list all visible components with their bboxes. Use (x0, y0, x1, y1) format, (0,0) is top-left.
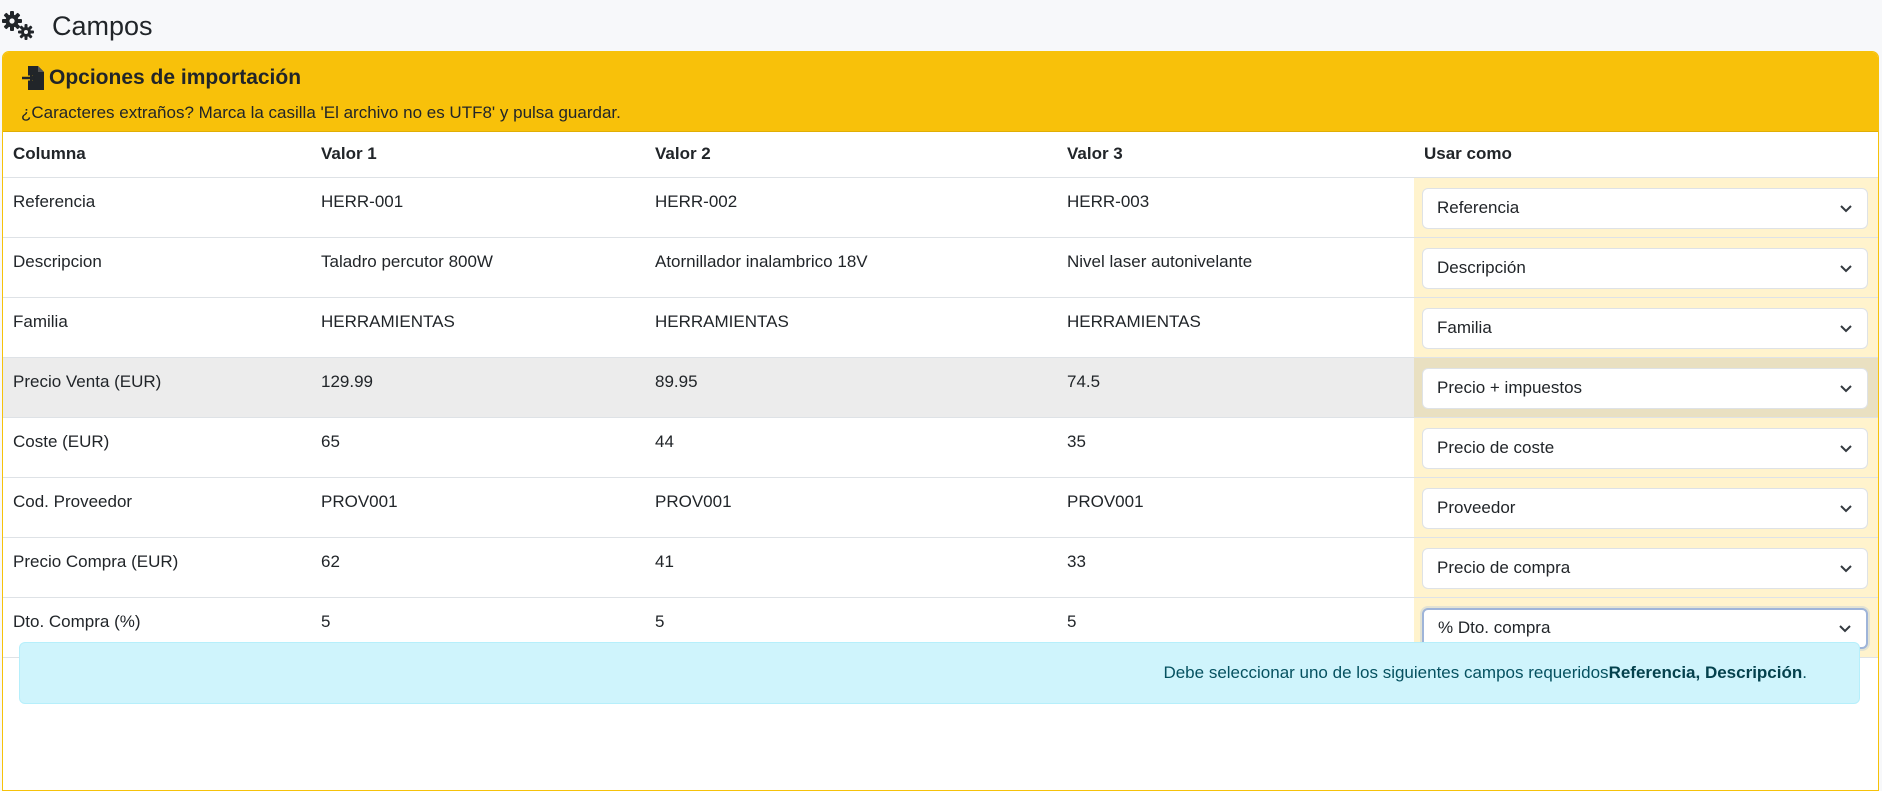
chevron-down-icon (1840, 325, 1852, 333)
cell-usar-como: Precio + impuestos (1414, 357, 1878, 418)
cell-columna: Precio Venta (EUR) (3, 357, 311, 418)
table-row: Referencia HERR-001 HERR-002 HERR-003 Re… (3, 177, 1878, 238)
use-as-select-proveedor[interactable]: Proveedor (1422, 487, 1868, 529)
cell-valor-3: HERR-003 (1057, 177, 1414, 238)
cell-valor-2: 89.95 (645, 357, 1057, 418)
cell-columna: Familia (3, 297, 311, 358)
cell-valor-1: Taladro percutor 800W (311, 237, 645, 298)
use-as-select-precio-venta[interactable]: Precio + impuestos (1422, 367, 1868, 409)
cell-usar-como: Precio de coste (1414, 417, 1878, 478)
cell-usar-como: Familia (1414, 297, 1878, 358)
cell-valor-1: 65 (311, 417, 645, 478)
mapping-table: Columna Valor 1 Valor 2 Valor 3 Usar com… (3, 132, 1878, 658)
select-value: Referencia (1437, 198, 1520, 217)
cell-valor-2: HERRAMIENTAS (645, 297, 1057, 358)
card-title: Opciones de importación (21, 62, 1860, 94)
chevron-down-icon (1840, 445, 1852, 453)
cell-usar-como: Precio de compra (1414, 537, 1878, 598)
select-value: Precio + impuestos (1437, 378, 1583, 397)
cell-valor-3: Nivel laser autonivelante (1057, 237, 1414, 298)
table-row: Precio Venta (EUR) 129.99 89.95 74.5 Pre… (3, 357, 1878, 418)
table-row: Descripcion Taladro percutor 800W Atorni… (3, 237, 1878, 298)
use-as-select-coste[interactable]: Precio de coste (1422, 427, 1868, 469)
chevron-down-icon (1840, 565, 1852, 573)
cell-valor-1: PROV001 (311, 477, 645, 538)
page-title: Campos (52, 10, 153, 41)
cell-valor-3: 35 (1057, 417, 1414, 478)
select-value: Familia (1437, 318, 1492, 337)
cell-valor-3: 33 (1057, 537, 1414, 598)
select-value: Proveedor (1437, 498, 1516, 517)
cell-valor-3: PROV001 (1057, 477, 1414, 538)
chevron-down-icon (1840, 505, 1852, 513)
use-as-select-referencia[interactable]: Referencia (1422, 187, 1868, 229)
table-row: Coste (EUR) 65 44 35 Precio de coste (3, 417, 1878, 478)
cell-usar-como: Descripción (1414, 237, 1878, 298)
cell-valor-2: PROV001 (645, 477, 1057, 538)
required-fields-alert: Debe seleccionar uno de los siguientes c… (19, 642, 1860, 704)
header-valor-1: Valor 1 (311, 132, 645, 178)
cell-columna: Referencia (3, 177, 311, 238)
cell-columna: Descripcion (3, 237, 311, 298)
cell-valor-2: 44 (645, 417, 1057, 478)
cell-valor-1: HERR-001 (311, 177, 645, 238)
cell-usar-como: Referencia (1414, 177, 1878, 238)
alert-required-fields: Referencia, Descripción (1608, 663, 1803, 682)
table-header-row: Columna Valor 1 Valor 2 Valor 3 Usar com… (3, 132, 1878, 178)
cell-valor-2: HERR-002 (645, 177, 1057, 238)
cell-valor-3: HERRAMIENTAS (1057, 297, 1414, 358)
chevron-down-icon (1840, 265, 1852, 273)
cell-valor-1: 62 (311, 537, 645, 598)
table-row: Familia HERRAMIENTAS HERRAMIENTAS HERRAM… (3, 297, 1878, 358)
card-header: Opciones de importación ¿Caracteres extr… (3, 52, 1878, 132)
card-title-text: Opciones de importación (49, 66, 302, 89)
cell-valor-3: 74.5 (1057, 357, 1414, 418)
header-columna: Columna (3, 132, 311, 178)
use-as-select-descripcion[interactable]: Descripción (1422, 247, 1868, 289)
cell-valor-2: 41 (645, 537, 1057, 598)
page-header: Campos (0, 0, 1882, 52)
use-as-select-precio-compra[interactable]: Precio de compra (1422, 547, 1868, 589)
cell-columna: Precio Compra (EUR) (3, 537, 311, 598)
alert-end: . (1802, 663, 1807, 682)
table-row: Precio Compra (EUR) 62 41 33 Precio de c… (3, 537, 1878, 598)
chevron-down-icon (1840, 205, 1852, 213)
select-value: Precio de compra (1437, 558, 1571, 577)
alert-text: Debe seleccionar uno de los siguientes c… (1163, 663, 1609, 682)
header-valor-2: Valor 2 (645, 132, 1057, 178)
gears-icon (2, 11, 38, 41)
cell-columna: Cod. Proveedor (3, 477, 311, 538)
select-value: Descripción (1437, 258, 1526, 277)
file-import-icon (21, 65, 45, 91)
chevron-down-icon (1839, 625, 1851, 633)
cell-columna: Coste (EUR) (3, 417, 311, 478)
table-row: Cod. Proveedor PROV001 PROV001 PROV001 P… (3, 477, 1878, 538)
use-as-select-familia[interactable]: Familia (1422, 307, 1868, 349)
chevron-down-icon (1840, 385, 1852, 393)
cell-valor-2: Atornillador inalambrico 18V (645, 237, 1057, 298)
card-subtitle: ¿Caracteres extraños? Marca la casilla '… (21, 103, 621, 122)
cell-usar-como: Proveedor (1414, 477, 1878, 538)
cell-valor-1: 129.99 (311, 357, 645, 418)
select-value: % Dto. compra (1438, 618, 1551, 637)
select-value: Precio de coste (1437, 438, 1555, 457)
cell-valor-1: HERRAMIENTAS (311, 297, 645, 358)
header-usar-como: Usar como (1414, 132, 1878, 178)
header-valor-3: Valor 3 (1057, 132, 1414, 178)
